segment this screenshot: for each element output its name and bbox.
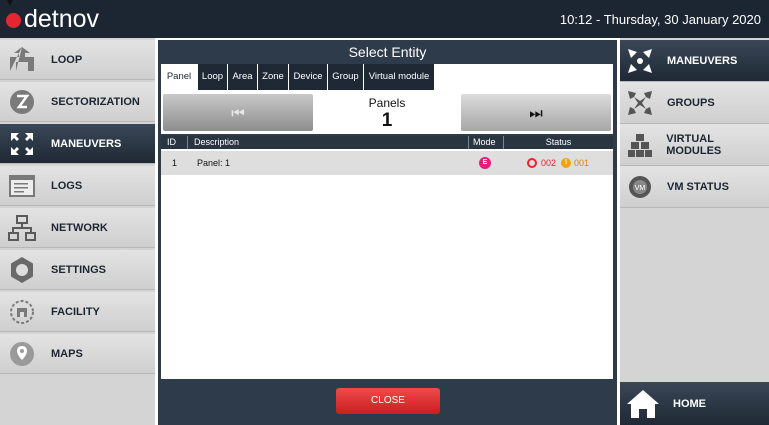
previous-button[interactable]: ⏮ (163, 94, 313, 131)
entity-table: 1 Panel: 1 E 002 ! 001 (161, 149, 613, 379)
next-button[interactable]: ⏭ (461, 94, 611, 131)
alarm-ring-icon (527, 158, 537, 168)
home-icon (626, 389, 660, 419)
vm-status-icon: VM (626, 173, 654, 201)
sidebar-item-maneuvers[interactable]: MANEUVERS (0, 124, 155, 164)
warning-count: 001 (574, 158, 590, 168)
home-label: HOME (673, 397, 706, 410)
tab-device[interactable]: Device (289, 64, 328, 90)
facility-icon (7, 297, 37, 327)
tab-zone[interactable]: Zone (258, 64, 289, 90)
pager: ⏮ Panels 1 ⏭ (161, 90, 613, 134)
sidebar-item-facility[interactable]: FACILITY (0, 292, 155, 332)
skip-forward-icon: ⏭ (529, 103, 543, 122)
sidebar-item-vm-status[interactable]: VM VM STATUS (620, 166, 769, 208)
column-header-mode: Mode (468, 136, 503, 149)
sidebar-item-logs[interactable]: LOGS (0, 166, 155, 206)
brand-name: detnov (24, 5, 100, 33)
column-header-description: Description (187, 136, 239, 149)
dialog-footer: CLOSE (161, 379, 613, 423)
brand-dot-icon (6, 12, 21, 28)
column-header-status: Status (503, 136, 613, 149)
cell-status: 002 ! 001 (527, 151, 589, 175)
maps-icon (7, 339, 37, 369)
right-sidebar: MANEUVERS GROUPS VIRTUAL MODULES VM VM S… (620, 38, 769, 425)
sidebar-item-settings[interactable]: SETTINGS (0, 250, 155, 290)
sidebar-item-network[interactable]: NETWORK (0, 208, 155, 248)
sidebar-item-sectorization[interactable]: SECTORIZATION (0, 82, 155, 122)
cell-description: Panel: 1 (197, 158, 231, 168)
sidebar-item-label: LOGS (51, 179, 83, 192)
groups-icon (626, 89, 654, 117)
network-icon (7, 213, 37, 243)
datetime-display: 10:12 - Thursday, 30 January 2020 (559, 12, 761, 27)
logs-icon (7, 171, 37, 201)
svg-text:VM: VM (635, 185, 646, 192)
column-header-id: ID (167, 137, 176, 147)
settings-icon (7, 255, 37, 285)
close-button[interactable]: CLOSE (336, 388, 440, 414)
dialog-title: Select Entity (348, 44, 427, 60)
maneuvers-icon (626, 47, 654, 75)
tab-loop[interactable]: Loop (198, 64, 228, 90)
loop-icon (7, 45, 37, 75)
sidebar-item-label: FACILITY (51, 305, 100, 318)
sidebar-item-label: VIRTUAL MODULES (666, 132, 722, 157)
virtual-modules-icon (626, 131, 653, 159)
table-header: ID Description Mode Status (161, 136, 613, 149)
select-entity-dialog: Select Entity Panel Loop Area Zone Devic… (158, 40, 617, 425)
skip-back-icon: ⏮ (231, 103, 245, 122)
sidebar-item-label: SECTORIZATION (51, 95, 140, 108)
tab-group[interactable]: Group (328, 64, 364, 90)
pager-value: 1 (381, 110, 393, 131)
sidebar-item-label: MAPS (51, 347, 83, 360)
sidebar-item-label: NETWORK (51, 221, 108, 234)
sidebar-item-label: SETTINGS (51, 263, 107, 276)
table-row[interactable]: 1 Panel: 1 E 002 ! 001 (161, 151, 613, 175)
tab-area[interactable]: Area (228, 64, 258, 90)
sidebar-item-label: LOOP (51, 53, 83, 66)
tab-panel[interactable]: Panel (161, 64, 198, 90)
sidebar-item-virtual-modules[interactable]: VIRTUAL MODULES (620, 124, 769, 166)
maneuvers-icon (7, 129, 37, 159)
warning-icon: ! (561, 158, 572, 168)
top-bar: detnov 10:12 - Thursday, 30 January 2020 (0, 0, 769, 38)
sidebar-item-label: MANEUVERS (51, 137, 122, 150)
alarm-count: 002 (541, 158, 557, 168)
pager-label: Panels (368, 96, 406, 110)
sidebar-item-label: VM STATUS (667, 180, 729, 193)
sidebar-item-maneuvers-right[interactable]: MANEUVERS (620, 40, 769, 82)
sectorization-icon (7, 87, 37, 117)
sidebar-item-maps[interactable]: MAPS (0, 334, 155, 374)
sidebar-item-label: GROUPS (667, 96, 715, 109)
tab-virtual-module[interactable]: Virtual module (364, 64, 435, 90)
sidebar-item-groups[interactable]: GROUPS (620, 82, 769, 124)
sidebar-item-loop[interactable]: LOOP (0, 40, 155, 80)
sidebar-item-label: MANEUVERS (667, 54, 738, 67)
home-button[interactable]: HOME (620, 382, 769, 425)
mode-badge: E (479, 157, 491, 169)
cell-id: 1 (172, 158, 178, 168)
left-sidebar: LOOP SECTORIZATION MANEUVERS LOGS NETWOR… (0, 38, 155, 425)
brand-logo: detnov (6, 6, 99, 32)
entity-tabs: Panel Loop Area Zone Device Group Virtua… (161, 64, 613, 90)
